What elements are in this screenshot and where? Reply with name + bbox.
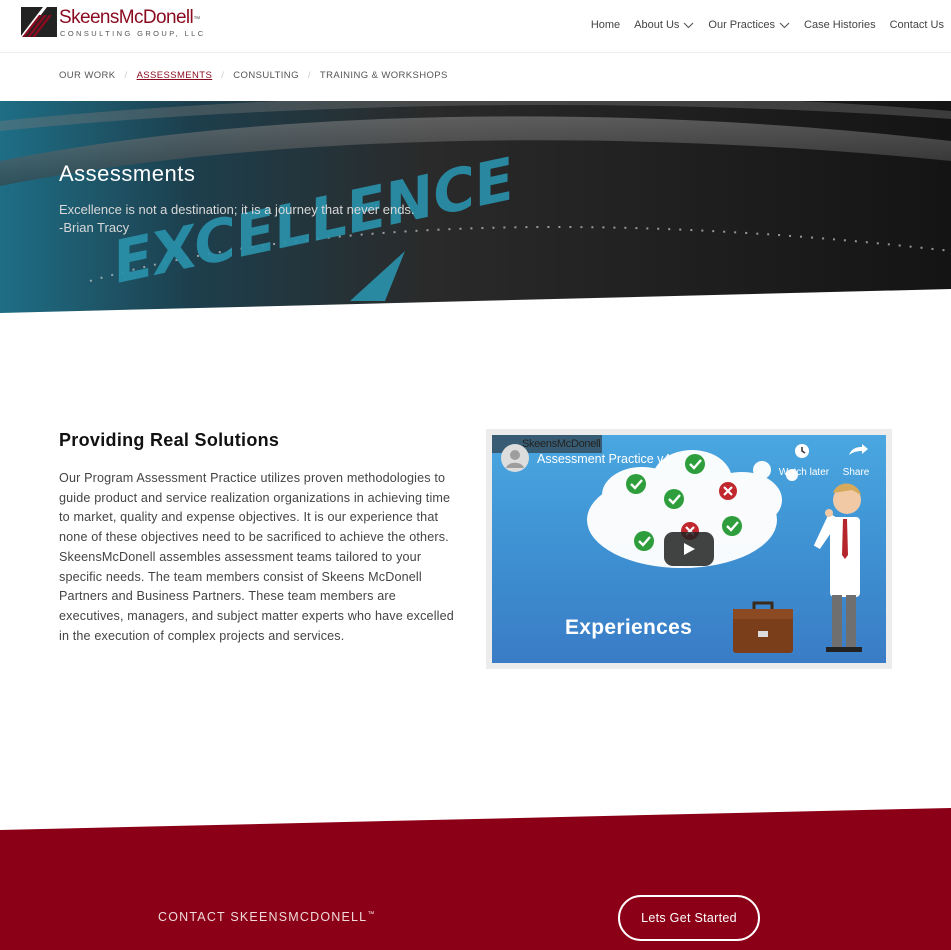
page-title: Assessments bbox=[59, 161, 196, 186]
site-header: SkeensMcDonell™ CONSULTING GROUP, LLC Ho… bbox=[0, 0, 951, 53]
quote-text: Excellence is not a destination; it is a… bbox=[59, 202, 415, 217]
video-embed-frame: SkeensMcDonell Assessment Practice v4 Wa… bbox=[486, 429, 892, 669]
briefcase-illustration bbox=[733, 601, 793, 653]
play-icon bbox=[684, 543, 695, 555]
thinking-man-illustration bbox=[813, 483, 862, 652]
section-heading: Providing Real Solutions bbox=[59, 430, 280, 450]
lets-get-started-button[interactable]: Lets Get Started bbox=[618, 895, 760, 941]
subnav-consulting[interactable]: CONSULTING bbox=[233, 70, 299, 81]
chevron-down-icon bbox=[684, 22, 694, 28]
section-subnav: OUR WORK / ASSESSMENTS / CONSULTING / TR… bbox=[59, 70, 448, 81]
contact-band-background bbox=[0, 808, 951, 950]
nav-our-practices[interactable]: Our Practices bbox=[708, 19, 790, 31]
chevron-down-icon bbox=[779, 22, 790, 28]
nav-contact-us[interactable]: Contact Us bbox=[890, 19, 944, 31]
subnav-separator: / bbox=[221, 70, 225, 81]
nav-home[interactable]: Home bbox=[591, 19, 620, 31]
video-title[interactable]: Assessment Practice v4 bbox=[537, 452, 670, 466]
quote-author: -Brian Tracy bbox=[59, 220, 130, 235]
subnav-separator: / bbox=[124, 70, 128, 81]
nav-about-us[interactable]: About Us bbox=[634, 19, 694, 31]
nav-case-histories[interactable]: Case Histories bbox=[804, 19, 876, 31]
youtube-video-player[interactable]: SkeensMcDonell Assessment Practice v4 Wa… bbox=[492, 435, 886, 663]
section-body-text: Our Program Assessment Practice utilizes… bbox=[59, 471, 454, 643]
company-logo[interactable]: SkeensMcDonell™ CONSULTING GROUP, LLC bbox=[17, 7, 206, 43]
logo-tagline: CONSULTING GROUP, LLC bbox=[60, 29, 206, 38]
video-top-logo: SkeensMcDonell bbox=[522, 438, 601, 450]
logo-stripes-icon bbox=[17, 7, 57, 41]
play-button[interactable] bbox=[664, 532, 714, 566]
logo-wordmark: SkeensMcDonell™ bbox=[59, 7, 200, 28]
video-caption: Experiences bbox=[565, 616, 693, 639]
subnav-training-workshops[interactable]: TRAINING & WORKSHOPS bbox=[320, 70, 448, 81]
main-nav: Home About Us Our Practices Case Histori… bbox=[577, 19, 944, 31]
subnav-our-work[interactable]: OUR WORK bbox=[59, 70, 116, 81]
hero-banner: EXCELLENCE Assessments Excellence is not… bbox=[0, 101, 951, 313]
share-button[interactable]: Share bbox=[838, 443, 874, 478]
contact-heading: CONTACT SKEENSMCDONELL™ bbox=[158, 910, 376, 924]
watch-later-button[interactable]: Watch later bbox=[774, 443, 834, 478]
subnav-separator: / bbox=[307, 70, 311, 81]
hero-quote: Excellence is not a destination; it is a… bbox=[59, 201, 415, 237]
subnav-assessments[interactable]: ASSESSMENTS bbox=[137, 70, 213, 81]
